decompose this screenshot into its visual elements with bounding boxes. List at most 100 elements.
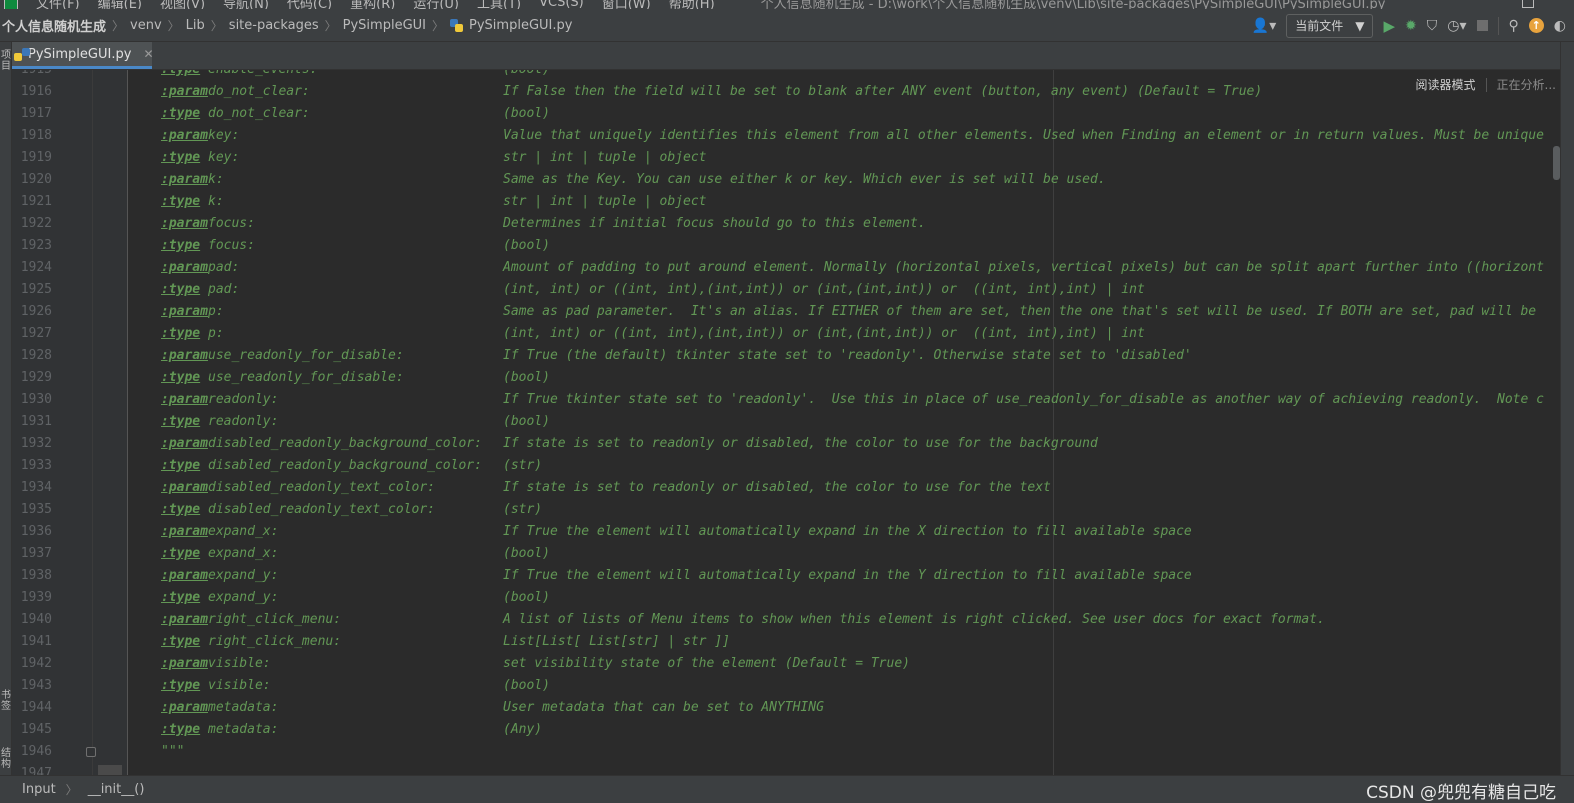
line-number: 1934 xyxy=(20,480,52,495)
line-number: 1918 xyxy=(20,128,52,143)
code-line: 1934:param disabled_readonly_text_color: I… xyxy=(12,477,1560,499)
docstring-tag: :param xyxy=(161,216,208,231)
code-line: 1917:type do_not_clear: (bool) xyxy=(12,103,1560,125)
close-icon[interactable]: ✕ xyxy=(143,47,153,61)
line-number: 1933 xyxy=(20,458,52,473)
bookmarks-tool-window-button[interactable]: 书签 xyxy=(0,690,12,712)
docstring-description: If True the element will automatically e… xyxy=(503,524,1192,539)
docstring-param-name: pad: xyxy=(208,260,240,275)
chevron-right-icon: 〉 xyxy=(112,19,125,33)
line-number: 1943 xyxy=(20,678,52,693)
pycharm-app-icon xyxy=(4,0,18,9)
menu-item[interactable]: 帮助(H) xyxy=(669,0,715,9)
search-icon[interactable]: ⚲ xyxy=(1509,18,1519,34)
tab-label: PySimpleGUI.py xyxy=(28,46,132,62)
line-number: 1940 xyxy=(20,612,52,627)
code-line: 1941:type right_click_menu: List[List[ Lis… xyxy=(12,631,1560,653)
tab-pysimplegui-py[interactable]: PySimpleGUI.py ✕ xyxy=(12,42,154,69)
docstring-tag: :type xyxy=(161,70,200,81)
line-number: 1944 xyxy=(20,700,52,715)
csdn-watermark: CSDN @兜兜有糖自己吃 xyxy=(1366,783,1556,803)
line-number: 1922 xyxy=(20,216,52,231)
debug-icon[interactable]: ✹ xyxy=(1405,18,1417,34)
docstring-tag: :param xyxy=(161,260,208,275)
menu-item[interactable]: 窗口(W) xyxy=(602,0,651,9)
project-tool-window-button[interactable]: 项目 xyxy=(0,50,12,72)
update-icon[interactable]: ↑ xyxy=(1528,18,1544,33)
menu-item[interactable]: 运行(U) xyxy=(413,0,459,9)
docstring-description: If state is set to readonly or disabled,… xyxy=(503,436,1098,451)
chevron-right-icon: 〉 xyxy=(167,19,180,33)
run-config-select[interactable]: 当前文件 ▼ xyxy=(1286,13,1374,38)
structure-tool-window-button[interactable]: 结构 xyxy=(0,748,12,770)
docstring-param-name: visible: xyxy=(208,656,271,671)
chevron-right-icon: 〉 xyxy=(324,19,337,33)
docstring-param-name: p: xyxy=(208,326,224,341)
code-line: 1936:param expand_x: If True the element w… xyxy=(12,521,1560,543)
line-number: 1941 xyxy=(20,634,52,649)
line-number: 1942 xyxy=(20,656,52,671)
docstring-tag: :type xyxy=(161,282,201,297)
user-account-icon[interactable]: 👤▾ xyxy=(1252,18,1276,34)
navigation-bar: 个人信息随机生成 〉 venv 〉 Lib 〉 site-packages 〉 … xyxy=(0,9,1574,42)
code-line: 1942:param visible: set visibility state o… xyxy=(12,653,1560,675)
docstring-description: (bool) xyxy=(503,238,550,253)
docstring-tag: :param xyxy=(161,172,208,187)
code-line: 1930:param readonly: If True tkinter state… xyxy=(12,389,1560,411)
run-icon[interactable]: ▶ xyxy=(1383,18,1395,34)
reader-mode-button[interactable]: 阅读器模式 xyxy=(1416,76,1476,93)
menu-item[interactable]: 文件(F) xyxy=(36,0,80,9)
menu-item[interactable]: 视图(V) xyxy=(160,0,205,9)
stop-icon[interactable] xyxy=(1476,20,1488,31)
status-crumb-class[interactable]: Input xyxy=(22,782,56,797)
line-number: 1937 xyxy=(20,546,52,561)
line-number: 1938 xyxy=(20,568,52,583)
docstring-param-name: key: xyxy=(208,128,240,143)
docstring-param-name: expand_x: xyxy=(208,546,279,561)
breadcrumb-file[interactable]: PySimpleGUI.py xyxy=(469,18,572,33)
vertical-scrollbar-thumb[interactable] xyxy=(1553,146,1560,180)
breadcrumb-venv[interactable]: venv xyxy=(130,18,162,33)
docstring-description: (str) xyxy=(503,502,543,517)
docstring-param-name: expand_y: xyxy=(208,590,279,605)
docstring-description: (bool) xyxy=(503,678,550,693)
menu-item[interactable]: 工具(T) xyxy=(477,0,521,9)
breadcrumb-site-packages[interactable]: site-packages xyxy=(229,18,319,33)
menu-item[interactable]: 编辑(E) xyxy=(98,0,142,9)
status-crumb-method[interactable]: __init__() xyxy=(88,782,145,797)
docstring-param-name: disabled_readonly_text_color: xyxy=(208,502,435,517)
breadcrumb-lib[interactable]: Lib xyxy=(186,18,205,33)
code-line: 1946 """ xyxy=(12,741,1560,763)
code-line: 1927:type p: (int, int) or ((int, int),(in… xyxy=(12,323,1560,345)
menu-item[interactable]: VCS(S) xyxy=(539,0,584,9)
code-line: 1926:param p: Same as pad parameter. It's … xyxy=(12,301,1560,323)
docstring-param-name: pad: xyxy=(208,282,240,297)
docstring-tag: :type xyxy=(161,590,201,605)
breadcrumb-pysimplegui-dir[interactable]: PySimpleGUI xyxy=(343,18,426,33)
docstring-description: Value that uniquely identifies this elem… xyxy=(503,128,1544,143)
docstring-param-name: disabled_readonly_text_color: xyxy=(208,480,435,495)
code-editor[interactable]: 1915:typeenable_events:(bool)1916:paramd… xyxy=(12,70,1560,775)
docstring-description: str | int | tuple | object xyxy=(503,194,707,209)
docstring-description: (bool) xyxy=(503,546,550,561)
restore-window-icon[interactable] xyxy=(1522,0,1534,8)
docstring-description: If state is set to readonly or disabled,… xyxy=(503,480,1051,495)
docstring-description: If False then the field will be set to b… xyxy=(503,84,1263,99)
docstring-tag: :type xyxy=(161,238,201,253)
fold-toggle-icon[interactable] xyxy=(86,747,96,757)
profile-icon[interactable]: ◷▾ xyxy=(1447,18,1466,34)
docstring-description: A list of lists of Menu items to show wh… xyxy=(503,612,1325,627)
docstring-description: (bool) xyxy=(503,414,550,429)
docstring-tag: :param xyxy=(161,348,208,363)
reader-mode-bar: 阅读器模式 正在分析... xyxy=(1407,74,1556,95)
plugin-icon[interactable]: ◐ xyxy=(1554,18,1566,34)
menu-item[interactable]: 代码(C) xyxy=(287,0,332,9)
line-number: 1915 xyxy=(12,70,52,81)
docstring-tag: :type xyxy=(161,326,201,341)
coverage-icon[interactable]: ⛉ xyxy=(1427,18,1438,34)
menu-item[interactable]: 重构(R) xyxy=(350,0,395,9)
breadcrumb-project[interactable]: 个人信息随机生成 xyxy=(2,16,106,35)
docstring-tag: :type xyxy=(161,370,201,385)
editor-tab-bar: PySimpleGUI.py ✕ xyxy=(12,42,1560,70)
menu-item[interactable]: 导航(N) xyxy=(223,0,269,9)
